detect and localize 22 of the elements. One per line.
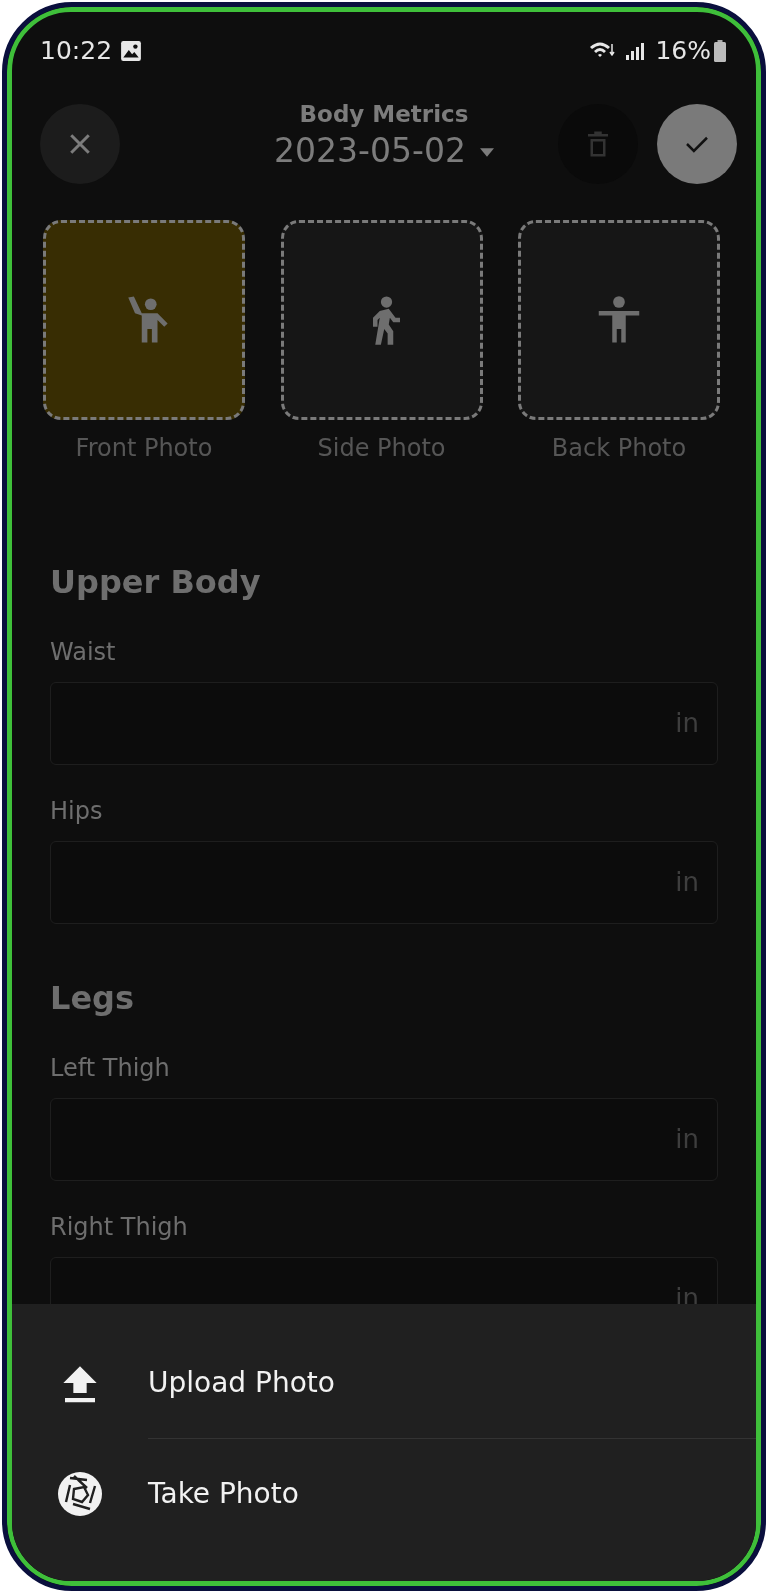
battery-icon bbox=[714, 40, 726, 62]
photo-label: Back Photo bbox=[550, 433, 688, 464]
photo-slot[interactable] bbox=[518, 220, 720, 420]
battery-percent: 16% bbox=[655, 35, 711, 68]
field-label: Left Thigh bbox=[50, 1053, 171, 1084]
menu-item[interactable]: Take Photo bbox=[12, 1439, 756, 1549]
field-label: Hips bbox=[50, 796, 104, 827]
image-icon bbox=[120, 40, 143, 62]
section-heading: Legs bbox=[50, 978, 136, 1019]
photo-slot[interactable] bbox=[43, 220, 245, 420]
signal-icon bbox=[625, 41, 646, 61]
photo-slot[interactable] bbox=[280, 220, 483, 420]
caret-icon bbox=[479, 147, 494, 157]
shutter-icon bbox=[56, 1470, 104, 1518]
photo-label: Front Photo bbox=[74, 433, 214, 464]
field-label: Waist bbox=[50, 637, 117, 668]
section-heading: Upper Body bbox=[50, 562, 262, 603]
field-label: Right Thigh bbox=[50, 1212, 189, 1243]
photo-label: Side Photo bbox=[316, 433, 447, 464]
date-dropdown[interactable]: 2023-05-02 bbox=[268, 131, 500, 170]
status-time: 10:22 bbox=[40, 35, 113, 68]
screen-title: Body Metrics bbox=[298, 100, 470, 129]
